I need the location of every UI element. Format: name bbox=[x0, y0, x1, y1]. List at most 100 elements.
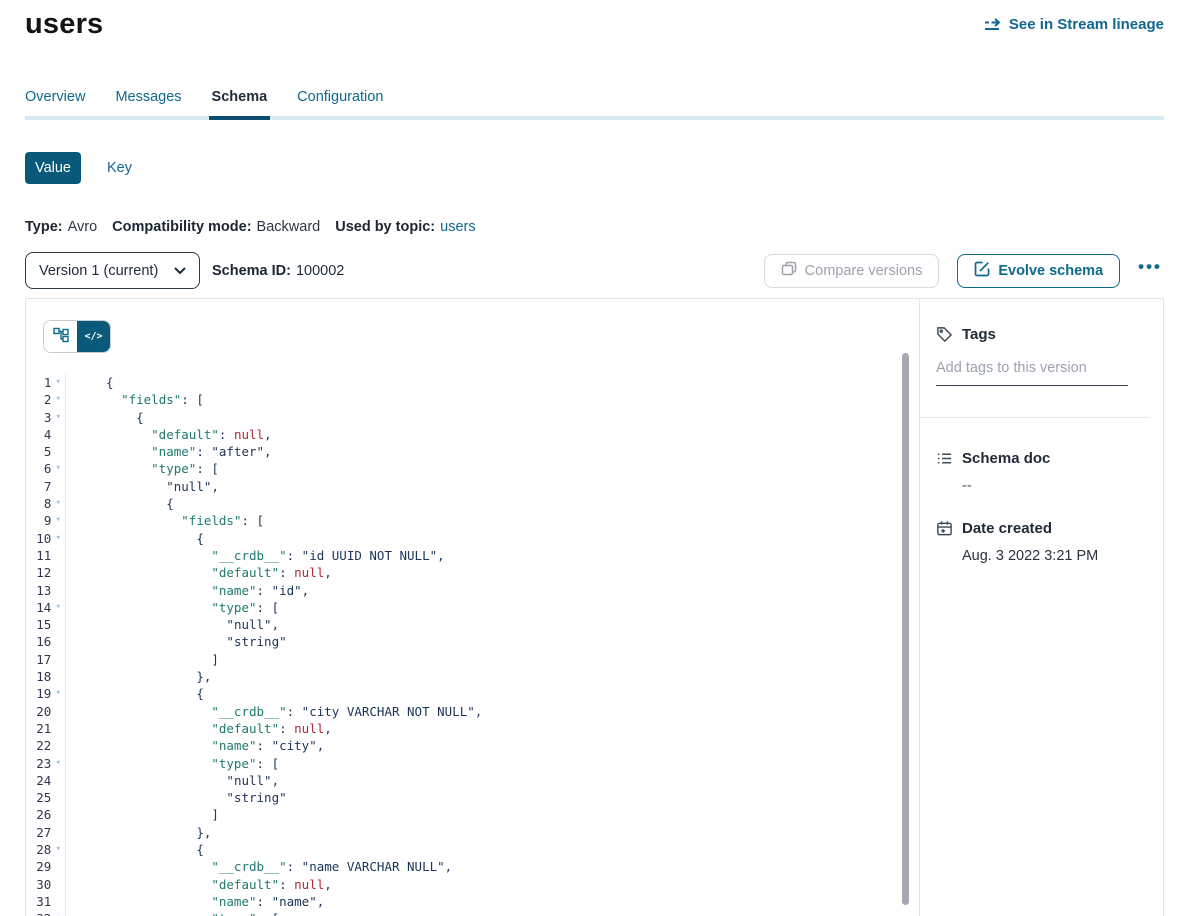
code-gutter: 10 ▾ bbox=[26, 530, 66, 547]
line-number: 5 bbox=[26, 443, 51, 460]
code-gutter: 2 ▾ bbox=[26, 391, 66, 408]
list-icon bbox=[936, 450, 953, 467]
code-gutter: 32 ▾ bbox=[26, 910, 66, 916]
schema-type-value: Avro bbox=[68, 219, 98, 235]
fold-toggle-icon[interactable]: ▾ bbox=[51, 755, 65, 772]
fold-toggle-icon[interactable] bbox=[51, 893, 65, 910]
code-gutter: 29 bbox=[26, 858, 66, 875]
fold-toggle-icon[interactable]: ▾ bbox=[51, 685, 65, 702]
line-number: 10 bbox=[26, 530, 51, 547]
fold-toggle-icon[interactable] bbox=[51, 547, 65, 564]
code-text: "fields": [ bbox=[66, 512, 264, 529]
code-line: 5 "name": "after", bbox=[26, 443, 919, 460]
tags-section-header: Tags bbox=[936, 326, 1149, 343]
add-tags-input[interactable] bbox=[936, 360, 1128, 386]
code-text: "fields": [ bbox=[66, 391, 204, 408]
code-line: 6 ▾ "type": [ bbox=[26, 460, 919, 477]
code-gutter: 25 bbox=[26, 789, 66, 806]
key-toggle-button[interactable]: Key bbox=[107, 160, 132, 176]
fold-toggle-icon[interactable]: ▾ bbox=[51, 374, 65, 391]
code-gutter: 20 bbox=[26, 703, 66, 720]
fold-toggle-icon[interactable]: ▾ bbox=[51, 391, 65, 408]
fold-toggle-icon[interactable] bbox=[51, 668, 65, 685]
line-number: 30 bbox=[26, 876, 51, 893]
tree-view-button[interactable] bbox=[44, 321, 77, 352]
line-number: 2 bbox=[26, 391, 51, 408]
stream-lineage-icon bbox=[984, 18, 1002, 32]
version-select[interactable]: Version 1 (current) bbox=[25, 252, 200, 289]
fold-toggle-icon[interactable]: ▾ bbox=[51, 910, 65, 916]
code-text: "name": "city", bbox=[66, 737, 324, 754]
code-text: "__crdb__": "name VARCHAR NULL", bbox=[66, 858, 452, 875]
value-toggle-button[interactable]: Value bbox=[25, 152, 81, 184]
fold-toggle-icon[interactable] bbox=[51, 824, 65, 841]
line-number: 16 bbox=[26, 633, 51, 650]
see-in-stream-lineage-link[interactable]: See in Stream lineage bbox=[984, 16, 1164, 33]
fold-toggle-icon[interactable]: ▾ bbox=[51, 409, 65, 426]
code-gutter: 12 bbox=[26, 564, 66, 581]
version-select-value: Version 1 (current) bbox=[39, 263, 158, 279]
line-number: 13 bbox=[26, 582, 51, 599]
tag-icon bbox=[936, 326, 953, 343]
fold-toggle-icon[interactable]: ▾ bbox=[51, 599, 65, 616]
schema-id-label: Schema ID: bbox=[212, 263, 291, 279]
schema-id: Schema ID:100002 bbox=[212, 263, 344, 279]
fold-toggle-icon[interactable] bbox=[51, 616, 65, 633]
tab-configuration[interactable]: Configuration bbox=[297, 89, 383, 116]
fold-toggle-icon[interactable] bbox=[51, 478, 65, 495]
fold-toggle-icon[interactable]: ▾ bbox=[51, 530, 65, 547]
tab-messages[interactable]: Messages bbox=[115, 89, 181, 116]
fold-toggle-icon[interactable] bbox=[51, 737, 65, 754]
code-text: "default": null, bbox=[66, 720, 332, 737]
evolve-schema-label: Evolve schema bbox=[998, 263, 1103, 279]
code-text: "__crdb__": "city VARCHAR NOT NULL", bbox=[66, 703, 482, 720]
used-by-topic-link[interactable]: users bbox=[440, 219, 475, 235]
more-options-button[interactable]: ••• bbox=[1138, 257, 1164, 285]
code-view-button[interactable]: </> bbox=[77, 321, 110, 352]
fold-toggle-icon[interactable]: ▾ bbox=[51, 460, 65, 477]
fold-toggle-icon[interactable]: ▾ bbox=[51, 495, 65, 512]
code-line: 23 ▾ "type": [ bbox=[26, 755, 919, 772]
fold-toggle-icon[interactable]: ▾ bbox=[51, 512, 65, 529]
code-line: 9 ▾ "fields": [ bbox=[26, 512, 919, 529]
tab-schema[interactable]: Schema bbox=[212, 89, 268, 116]
schema-view-toggle: </> bbox=[43, 320, 111, 353]
code-gutter: 31 bbox=[26, 893, 66, 910]
line-number: 20 bbox=[26, 703, 51, 720]
line-number: 19 bbox=[26, 685, 51, 702]
schema-meta-row: Type:Avro Compatibility mode:Backward Us… bbox=[25, 219, 1164, 235]
fold-toggle-icon[interactable]: ▾ bbox=[51, 841, 65, 858]
code-text: ] bbox=[66, 651, 219, 668]
line-number: 31 bbox=[26, 893, 51, 910]
fold-toggle-icon[interactable] bbox=[51, 633, 65, 650]
fold-toggle-icon[interactable] bbox=[51, 564, 65, 581]
code-text: "type": [ bbox=[66, 755, 279, 772]
fold-toggle-icon[interactable] bbox=[51, 789, 65, 806]
line-number: 24 bbox=[26, 772, 51, 789]
fold-toggle-icon[interactable] bbox=[51, 806, 65, 823]
fold-toggle-icon[interactable] bbox=[51, 703, 65, 720]
fold-toggle-icon[interactable] bbox=[51, 426, 65, 443]
compare-versions-button[interactable]: Compare versions bbox=[764, 254, 940, 288]
code-scrollbar[interactable] bbox=[902, 353, 909, 905]
line-number: 3 bbox=[26, 409, 51, 426]
code-text: "name": "id", bbox=[66, 582, 309, 599]
evolve-schema-button[interactable]: Evolve schema bbox=[957, 254, 1120, 288]
tab-overview[interactable]: Overview bbox=[25, 89, 85, 116]
fold-toggle-icon[interactable] bbox=[51, 720, 65, 737]
line-number: 18 bbox=[26, 668, 51, 685]
fold-toggle-icon[interactable] bbox=[51, 772, 65, 789]
fold-toggle-icon[interactable] bbox=[51, 443, 65, 460]
code-view-icon: </> bbox=[84, 331, 102, 342]
schema-page: users See in Stream lineage Overview Mes… bbox=[0, 0, 1189, 916]
code-text: "name": "name", bbox=[66, 893, 324, 910]
line-number: 22 bbox=[26, 737, 51, 754]
fold-toggle-icon[interactable] bbox=[51, 876, 65, 893]
code-text: "default": null, bbox=[66, 564, 332, 581]
fold-toggle-icon[interactable] bbox=[51, 651, 65, 668]
line-number: 12 bbox=[26, 564, 51, 581]
schema-doc-section: Schema doc -- bbox=[936, 450, 1149, 494]
fold-toggle-icon[interactable] bbox=[51, 858, 65, 875]
line-number: 1 bbox=[26, 374, 51, 391]
fold-toggle-icon[interactable] bbox=[51, 582, 65, 599]
